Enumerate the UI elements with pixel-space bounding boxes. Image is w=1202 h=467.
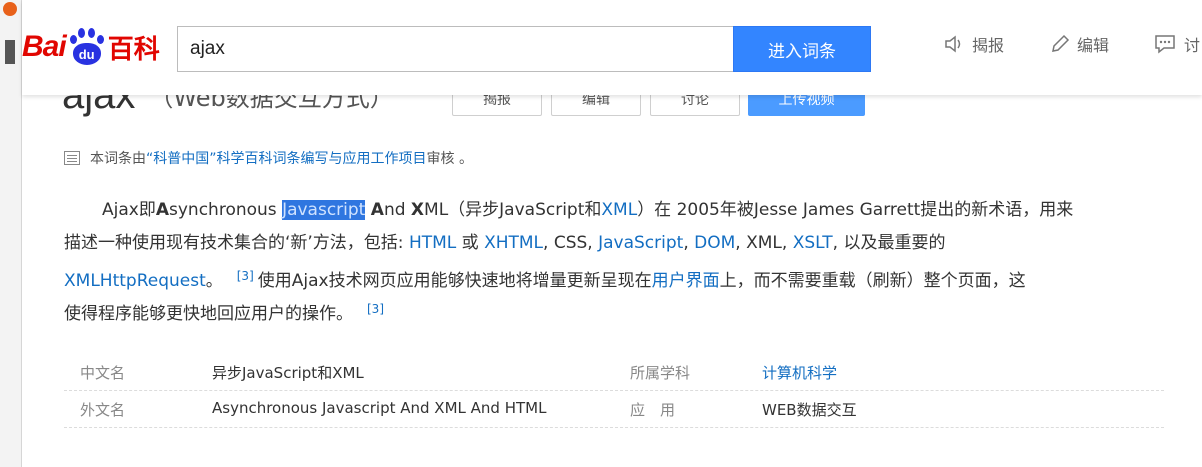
xhtml-link[interactable]: XHTML — [484, 233, 543, 253]
xslt-link[interactable]: XSLT — [793, 233, 833, 253]
sticky-header: Bai du 百科 进入词条 揭报 编辑 讨 — [22, 0, 1202, 95]
user-interface-link[interactable]: 用户界面 — [652, 271, 720, 291]
reference-3-link[interactable]: [3] — [237, 269, 254, 283]
paw-icon: du — [67, 27, 107, 67]
discipline-link[interactable]: 计算机科学 — [762, 362, 837, 383]
report-action[interactable]: 揭报 — [944, 32, 1004, 56]
info-key: 应 用 — [630, 401, 676, 419]
baidu-baike-logo[interactable]: Bai du 百科 — [22, 24, 160, 70]
javascript-link[interactable]: JavaScript — [598, 233, 683, 253]
info-key: 外文名 — [80, 401, 126, 419]
discuss-label: 讨 — [1184, 36, 1201, 55]
review-notice: 本词条由 “科普中国”科学百科词条编写与应用工作项目 审核 。 — [64, 148, 473, 168]
window-fragment-icon — [5, 40, 15, 64]
logo-du-text: du — [72, 43, 101, 65]
xml-link[interactable]: XML — [601, 200, 637, 220]
enter-entry-button[interactable]: 进入词条 — [733, 26, 871, 72]
info-row: 中文名 异步JavaScript和XML 所属学科 计算机科学 — [64, 354, 1164, 391]
info-row: 外文名 Asynchronous Javascript And XML And … — [64, 391, 1164, 428]
info-value: 异步JavaScript和XML — [212, 364, 364, 382]
pencil-icon — [1052, 34, 1070, 52]
reference-3-link-2[interactable]: [3] — [367, 302, 384, 316]
speaker-icon — [945, 35, 961, 53]
app-icon — [3, 2, 17, 16]
selected-text[interactable]: Javascript — [282, 200, 366, 220]
edit-action[interactable]: 编辑 — [1049, 32, 1109, 56]
review-project-link[interactable]: “科普中国”科学百科词条编写与应用工作项目 — [146, 148, 427, 168]
info-key: 所属学科 — [630, 364, 691, 382]
background-window-edge — [0, 0, 22, 467]
edit-label: 编辑 — [1077, 36, 1110, 55]
xmlhttprequest-link[interactable]: XMLHttpRequest — [64, 271, 206, 291]
info-value: Asynchronous Javascript And XML And HTML — [212, 399, 547, 417]
info-value: WEB数据交互 — [762, 401, 857, 419]
search-input[interactable] — [178, 27, 733, 71]
chat-icon — [1155, 35, 1175, 54]
discuss-action[interactable]: 讨 — [1154, 32, 1200, 56]
dom-link[interactable]: DOM — [694, 233, 735, 253]
logo-baike-text: 百科 — [107, 34, 160, 65]
report-label: 揭报 — [972, 36, 1005, 55]
document-icon — [64, 151, 80, 165]
summary-paragraph: Ajax即Asynchronous Javascript And XML（异步J… — [64, 200, 1074, 324]
info-key: 中文名 — [80, 364, 126, 382]
html-link[interactable]: HTML — [409, 233, 456, 253]
search-box — [177, 26, 733, 72]
logo-bai-text: Bai — [22, 30, 67, 63]
basic-info-table: 中文名 异步JavaScript和XML 所属学科 计算机科学 外文名 Asyn… — [64, 354, 1164, 428]
